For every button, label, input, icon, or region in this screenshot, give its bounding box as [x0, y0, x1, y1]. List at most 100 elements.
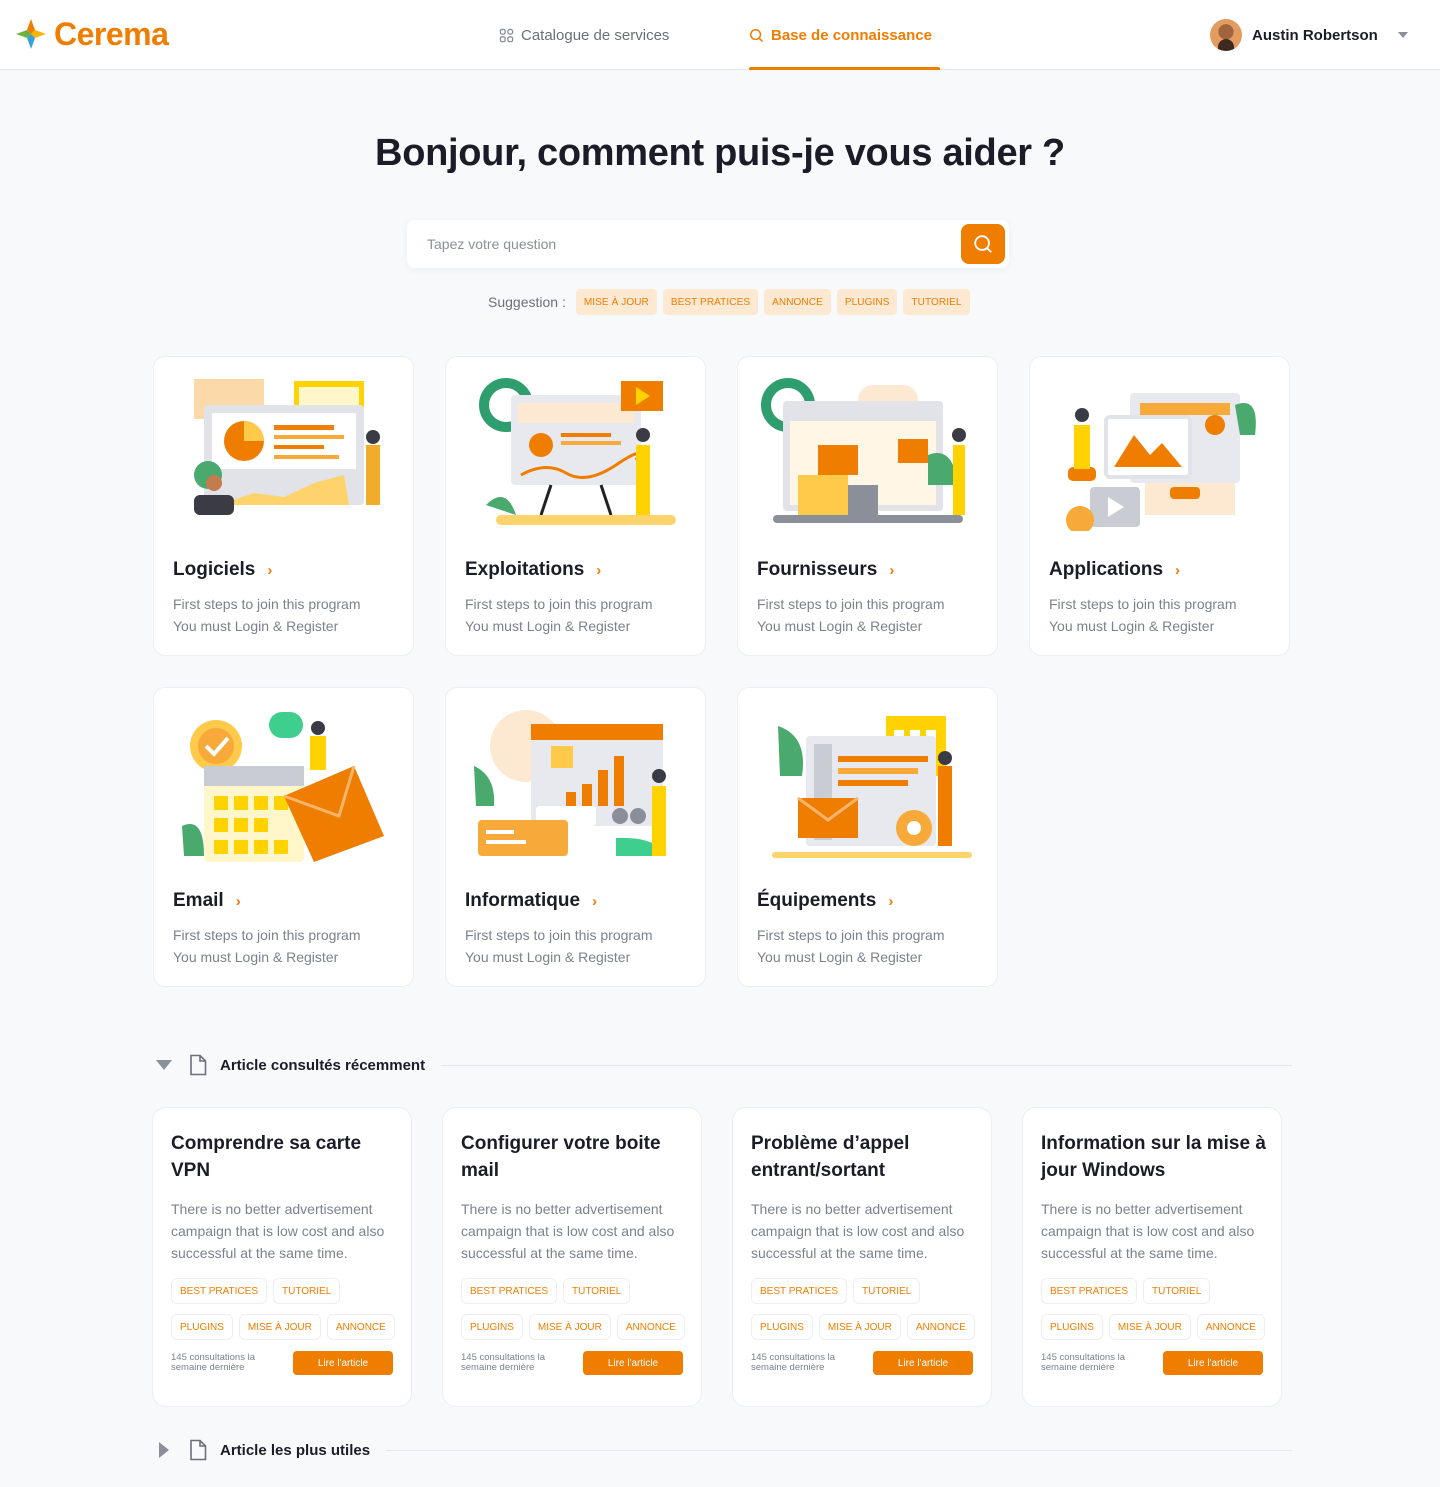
category-card-logiciels[interactable]: Logiciels › First steps to join this prog… [153, 356, 414, 656]
read-article-button[interactable]: Lire l'article [873, 1351, 973, 1375]
tag[interactable]: BEST PRATICES [461, 1278, 557, 1304]
suggestion-chip[interactable]: ANNONCE [764, 289, 831, 315]
category-card-applications[interactable]: Applications › First steps to join this p… [1029, 356, 1290, 656]
category-title-text: Applications [1049, 559, 1164, 580]
article-tags: BEST PRATICES TUTORIEL PLUGINS MISE À JO… [461, 1278, 693, 1340]
tag[interactable]: BEST PRATICES [1041, 1278, 1137, 1304]
category-title-text: Exploitations [465, 559, 585, 580]
presentation-illustration [479, 378, 676, 525]
it-illustration [474, 710, 666, 856]
category-desc-line: First steps to join this program [173, 927, 361, 943]
grid-icon [499, 28, 514, 42]
article-title[interactable]: Problème d’appel entrant/sortant [751, 1130, 981, 1184]
category-card-informatique[interactable]: Informatique › First steps to join this p… [445, 687, 706, 987]
tag[interactable]: BEST PRATICES [751, 1278, 847, 1304]
tag[interactable]: ANNONCE [906, 1314, 975, 1340]
nav-catalogue-services[interactable]: Catalogue de services [499, 0, 669, 70]
read-article-button[interactable]: Lire l'article [583, 1351, 683, 1375]
suggestion-label: Suggestion : [488, 294, 566, 310]
category-title-text: Logiciels [173, 559, 256, 580]
expand-toggle[interactable] [152, 1438, 176, 1462]
tag[interactable]: MISE À JOUR [1108, 1314, 1191, 1340]
tag[interactable]: PLUGINS [751, 1314, 813, 1340]
category-desc-line: First steps to join this program [465, 596, 653, 612]
chevron-right-icon: › [592, 892, 598, 910]
category-card-fournisseurs[interactable]: Fournisseurs › First steps to join this p… [737, 356, 998, 656]
search-icon [974, 235, 992, 253]
category-desc-line: First steps to join this program [757, 596, 945, 612]
article-card: Information sur la mise à jour Windows T… [1022, 1107, 1282, 1407]
document-icon [186, 1053, 210, 1077]
category-desc-line: You must Login & Register [173, 618, 339, 634]
suggestion-chip[interactable]: PLUGINS [836, 289, 898, 315]
category-description: First steps to join this program You must… [465, 924, 653, 968]
suggestion-chip[interactable]: BEST PRATICES [662, 289, 759, 315]
section-title: Article les plus utiles [220, 1441, 371, 1459]
read-article-button[interactable]: Lire l'article [293, 1351, 393, 1375]
tag[interactable]: ANNONCE [326, 1314, 395, 1340]
tag[interactable]: MISE À JOUR [818, 1314, 901, 1340]
article-title[interactable]: Information sur la mise à jour Windows [1041, 1130, 1271, 1184]
tag[interactable]: TUTORIEL [1142, 1278, 1211, 1304]
category-title-text: Email [173, 890, 224, 911]
search-button[interactable] [961, 224, 1005, 264]
article-title[interactable]: Configurer votre boite mail [461, 1130, 691, 1184]
tag[interactable]: TUTORIEL [562, 1278, 631, 1304]
search-input[interactable] [407, 220, 947, 268]
tag[interactable]: TUTORIEL [852, 1278, 921, 1304]
article-card: Problème d’appel entrant/sortant There i… [732, 1107, 992, 1407]
tag[interactable]: TUTORIEL [272, 1278, 341, 1304]
category-desc-line: You must Login & Register [757, 949, 923, 965]
caret-down-icon [1397, 32, 1408, 38]
category-title: Applications › [1049, 559, 1180, 581]
tag[interactable]: PLUGINS [1041, 1314, 1103, 1340]
category-card-exploitations[interactable]: Exploitations › First steps to join this … [445, 356, 706, 656]
tag[interactable]: BEST PRATICES [171, 1278, 267, 1304]
chevron-right-icon: › [888, 892, 894, 910]
tag[interactable]: ANNONCE [616, 1314, 685, 1340]
category-title: Logiciels › [173, 559, 272, 581]
category-title: Informatique › [465, 890, 597, 912]
read-article-button[interactable]: Lire l'article [1163, 1351, 1263, 1375]
article-description: There is no better advertisement campaig… [171, 1201, 385, 1261]
tag[interactable]: PLUGINS [461, 1314, 523, 1340]
article-title[interactable]: Comprendre sa carte VPN [171, 1130, 401, 1184]
section-title: Article consultés récemment [220, 1056, 426, 1074]
tag[interactable]: MISE À JOUR [528, 1314, 611, 1340]
chevron-right-icon: › [889, 561, 895, 579]
nav-base-connaissance[interactable]: Base de connaissance [749, 0, 940, 70]
collapse-toggle[interactable] [152, 1053, 176, 1077]
tag[interactable]: PLUGINS [171, 1314, 233, 1340]
category-description: First steps to join this program You must… [757, 593, 945, 637]
article-tags: BEST PRATICES TUTORIEL PLUGINS MISE À JO… [1041, 1278, 1273, 1340]
category-desc-line: First steps to join this program [173, 596, 361, 612]
suggestion-chip[interactable]: TUTORIEL [903, 289, 970, 315]
category-card-equipements[interactable]: Équipements › First steps to join this pr… [737, 687, 998, 987]
search-bar [407, 220, 1009, 268]
section-divider [386, 1449, 1292, 1451]
cerema-logo[interactable]: Cerema [14, 16, 169, 52]
user-menu[interactable]: Austin Robertson [1210, 18, 1408, 52]
category-title: Fournisseurs › [757, 559, 894, 581]
caret-down-icon [156, 1060, 172, 1070]
category-title: Exploitations › [465, 559, 601, 581]
category-description: First steps to join this program You must… [757, 924, 945, 968]
logo-text: Cerema [54, 16, 169, 52]
article-description: There is no better advertisement campaig… [461, 1201, 675, 1261]
category-card-email[interactable]: Email › First steps to join this program Y… [153, 687, 414, 987]
category-desc-line: You must Login & Register [465, 949, 631, 965]
chevron-right-icon: › [267, 561, 273, 579]
category-desc-line: You must Login & Register [757, 618, 923, 634]
equipment-illustration [772, 716, 972, 858]
page-title: Bonjour, comment puis-je vous aider ? [375, 132, 1065, 174]
suggestion-chip[interactable]: MISE À JOUR [575, 289, 657, 315]
email-illustration [182, 712, 384, 862]
category-desc-line: First steps to join this program [465, 927, 653, 943]
tag[interactable]: MISE À JOUR [238, 1314, 321, 1340]
software-illustration [194, 379, 380, 515]
chevron-right-icon: › [596, 561, 602, 579]
tag[interactable]: ANNONCE [1196, 1314, 1265, 1340]
view-count: 145 consultations la semaine dernière [171, 1352, 255, 1373]
category-desc-line: You must Login & Register [173, 949, 339, 965]
article-description: There is no better advertisement campaig… [751, 1201, 965, 1261]
